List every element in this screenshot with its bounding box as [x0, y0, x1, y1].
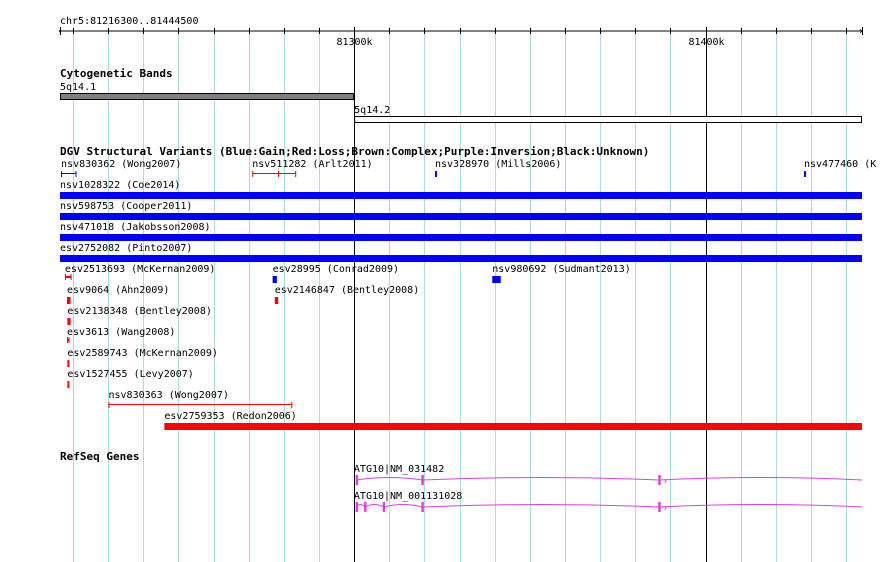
sv-label: nsv471018 (Jakobsson2008) [60, 222, 211, 233]
sv-feature[interactable]: esv2513693 (McKernan2009) [64, 264, 216, 280]
sv-block[interactable] [67, 360, 70, 367]
gene-intron-line [355, 477, 863, 481]
gene-intron-line [355, 504, 863, 508]
gene-exon[interactable] [421, 502, 424, 512]
sv-feature[interactable]: esv1527455 (Levy2007) [67, 369, 194, 388]
sv-bar[interactable] [60, 255, 862, 262]
ruler-major-tick-label: 81300k [336, 37, 372, 48]
gene-exon[interactable] [382, 502, 386, 512]
sv-label: esv2759353 (Redon2006) [164, 411, 296, 422]
sv-label: nsv511282 (Arlt2011) [252, 159, 372, 170]
sv-bar[interactable] [164, 423, 862, 430]
grid-lines [73, 27, 847, 562]
sv-label: nsv830363 (Wong2007) [108, 390, 228, 401]
sv-label: esv1527455 (Levy2007) [67, 369, 193, 380]
ruler-arrow-right: › [858, 26, 864, 37]
gene-exon[interactable] [658, 475, 661, 485]
sv-block[interactable] [67, 381, 70, 388]
gene-label: ATG10|NM_001131028 [354, 491, 462, 502]
sv-label: esv2146847 (Bentley2008) [275, 285, 420, 296]
sv-block[interactable] [492, 276, 501, 283]
sv-feature[interactable]: esv3613 (Wang2008) [67, 327, 175, 343]
sv-feature[interactable]: esv9064 (Ahn2009) [67, 285, 169, 304]
sv-bar[interactable] [60, 234, 862, 241]
sv-label: esv3613 (Wang2008) [67, 327, 175, 338]
sv-label: esv2589743 (McKernan2009) [67, 348, 218, 359]
sv-label: esv2752082 (Pinto2007) [60, 243, 192, 254]
sv-label: nsv598753 (Cooper2011) [60, 201, 192, 212]
sv-feature[interactable]: esv2589743 (McKernan2009) [67, 348, 218, 367]
sv-label: esv28995 (Conrad2009) [273, 264, 399, 275]
sv-label: nsv1028322 (Coe2014) [60, 180, 180, 191]
gene-exon[interactable] [355, 502, 359, 512]
ruler-ticks: 81300k 81400k [60, 27, 863, 48]
sv-feature[interactable]: esv2138348 (Bentley2008) [67, 306, 212, 325]
sv-bar[interactable] [60, 213, 862, 220]
sv-label: nsv477460 (K [804, 159, 876, 170]
sv-feature[interactable]: nsv477460 (K [804, 159, 876, 177]
sv-block[interactable] [67, 297, 71, 304]
sv-feature[interactable]: esv2146847 (Bentley2008) [274, 285, 420, 304]
gene-exon[interactable] [658, 502, 661, 512]
genome-browser-canvas[interactable]: chr5:81216300..81444500 ‹ › 81300k81400k… [0, 0, 890, 562]
dgv-structural-variants-track[interactable]: DGV Structural Variants (Blue:Gain;Red:L… [60, 145, 876, 430]
cyto-track-title: Cytogenetic Bands [60, 67, 173, 80]
sv-feature[interactable]: nsv328970 (Mills2006) [434, 159, 561, 177]
sv-label: nsv328970 (Mills2006) [435, 159, 561, 170]
sv-label: nsv830362 (Wong2007) [61, 159, 181, 170]
dgv-features[interactable]: nsv830362 (Wong2007) nsv511282 (Arlt2011)… [60, 159, 876, 430]
gene-model[interactable]: › ATG10|NM_001131028 [354, 491, 863, 514]
sv-feature[interactable]: nsv980692 (Sudmant2013) [492, 264, 631, 283]
gene-exon[interactable] [364, 502, 367, 512]
gene-label: ATG10|NM_031482 [354, 464, 444, 475]
cyto-band[interactable] [354, 116, 862, 123]
strand-arrow-icon: › [662, 503, 668, 514]
refseq-track-title: RefSeq Genes [60, 450, 139, 463]
ruler-region-label: chr5:81216300..81444500 [60, 16, 198, 27]
gene-model[interactable]: › ATG10|NM_031482 [354, 464, 863, 487]
sv-label: esv2138348 (Bentley2008) [67, 306, 212, 317]
sv-block[interactable] [274, 297, 279, 304]
dgv-track-title: DGV Structural Variants (Blue:Gain;Red:L… [60, 145, 649, 158]
sv-bar[interactable] [60, 192, 862, 199]
sv-block[interactable] [67, 318, 71, 325]
sv-feature[interactable]: nsv830362 (Wong2007) [61, 159, 181, 177]
sv-label: esv9064 (Ahn2009) [67, 285, 169, 296]
sv-label: esv2513693 (McKernan2009) [65, 264, 216, 275]
cyto-band-label: 5q14.2 [354, 105, 390, 116]
sv-label: nsv980692 (Sudmant2013) [492, 264, 630, 275]
gene-exon[interactable] [355, 475, 359, 485]
sv-feature[interactable]: esv28995 (Conrad2009) [272, 264, 399, 283]
refseq-genes[interactable]: › ATG10|NM_031482 › ATG10|NM_001131028 [354, 464, 863, 514]
strand-arrow-icon: › [662, 476, 668, 487]
sv-block[interactable] [272, 276, 277, 283]
gene-exon[interactable] [421, 475, 424, 485]
sv-feature[interactable]: nsv830363 (Wong2007) [108, 390, 293, 408]
cyto-band-label: 5q14.1 [60, 82, 96, 93]
sv-feature[interactable]: esv2759353 (Redon2006) [164, 411, 862, 430]
ruler-major-tick-label: 81400k [688, 37, 724, 48]
cyto-band[interactable] [60, 93, 355, 100]
